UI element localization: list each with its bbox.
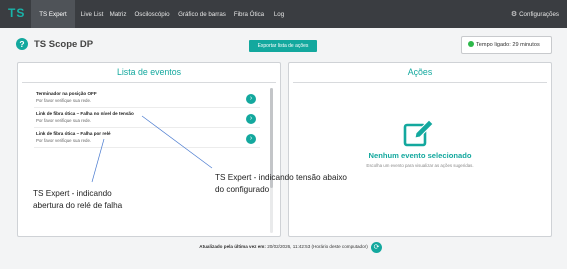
- chevron-right-icon[interactable]: ›: [246, 114, 256, 124]
- actions-panel: Ações Nenhum evento selecionado Escolha …: [288, 62, 552, 237]
- annotation-relay-line1: TS Expert - indicando: [33, 189, 112, 198]
- gear-icon: ⚙: [510, 11, 518, 18]
- nav-tab-osciloscopio[interactable]: Osciloscópio: [133, 0, 171, 28]
- event-item[interactable]: Link de fibra ótica – Falha no nível de …: [34, 108, 260, 128]
- event-item[interactable]: Link de fibra ótica – Falha por relé Por…: [34, 128, 260, 148]
- nav-tab-grafico-de-barras[interactable]: Gráfico de barras: [177, 0, 227, 28]
- last-updated-label: Atualizado pela última vez em:: [199, 244, 266, 249]
- event-title: Link de fibra ótica – Falha por relé: [36, 131, 111, 136]
- event-item[interactable]: Terminador na posição OFF Por favor veri…: [34, 88, 260, 108]
- divider: [22, 82, 276, 83]
- nav-tab-ts-expert[interactable]: TS Expert: [31, 0, 75, 28]
- nav-tab-fibra-otica[interactable]: Fibra Ótica: [232, 0, 266, 28]
- annotation-tension-line2: do configurado: [215, 185, 270, 194]
- top-navbar: TS TS Expert Live List Matriz Osciloscóp…: [0, 0, 567, 28]
- last-updated: Atualizado pela última vez em: 20/02/202…: [0, 244, 567, 249]
- page-title: TS Scope DP: [34, 39, 94, 50]
- events-panel-title: Lista de eventos: [116, 67, 182, 77]
- annotation-relay-line2: abertura do relé de falha: [33, 201, 123, 210]
- annotation-tension: TS Expert - indicando tensão abaixo do c…: [215, 172, 355, 196]
- annotation-relay: TS Expert - indicando abertura do relé d…: [33, 188, 143, 212]
- no-event-title: Nenhum evento selecionado: [368, 151, 472, 160]
- divider: [293, 82, 547, 83]
- question-icon[interactable]: ?: [16, 38, 28, 50]
- export-actions-button[interactable]: Exportar lista de ações: [249, 40, 317, 52]
- nav-tab-log[interactable]: Log: [272, 0, 286, 28]
- event-subtitle: Por favor verifique sua rede.: [36, 98, 92, 103]
- last-updated-timestamp: 20/02/2026, 11:42:53 (Horário deste comp…: [267, 244, 368, 249]
- edit-icon: [403, 119, 434, 147]
- no-event-subtitle: Escolha um evento para visualizar as açõ…: [366, 163, 474, 168]
- config-label: Configurações: [519, 11, 559, 18]
- event-title: Link de fibra ótica – Falha no nível de …: [36, 111, 134, 116]
- actions-panel-title: Ações: [407, 67, 433, 77]
- annotation-tension-line1: TS Expert - indicando tensão abaixo: [215, 173, 347, 182]
- chevron-right-icon[interactable]: ›: [246, 94, 256, 104]
- nav-tab-matriz[interactable]: Matriz: [108, 0, 128, 28]
- uptime-badge: Tempo ligado: 29 minutos: [461, 36, 552, 54]
- refresh-icon[interactable]: ⟳: [371, 242, 382, 253]
- uptime-label: Tempo ligado: 29 minutos: [476, 42, 540, 48]
- event-list: Terminador na posição OFF Por favor veri…: [34, 88, 260, 148]
- event-subtitle: Por favor verifique sua rede.: [36, 138, 92, 143]
- brand-logo[interactable]: TS: [8, 6, 25, 20]
- event-title: Terminador na posição OFF: [36, 91, 97, 96]
- nav-tab-live-list[interactable]: Live List: [78, 0, 106, 28]
- clock-icon: [468, 41, 474, 47]
- event-list-scrollbar[interactable]: [270, 88, 273, 233]
- chevron-right-icon[interactable]: ›: [246, 134, 256, 144]
- config-menu[interactable]: ⚙ Configurações: [511, 0, 559, 28]
- event-subtitle: Por favor verifique sua rede.: [36, 118, 92, 123]
